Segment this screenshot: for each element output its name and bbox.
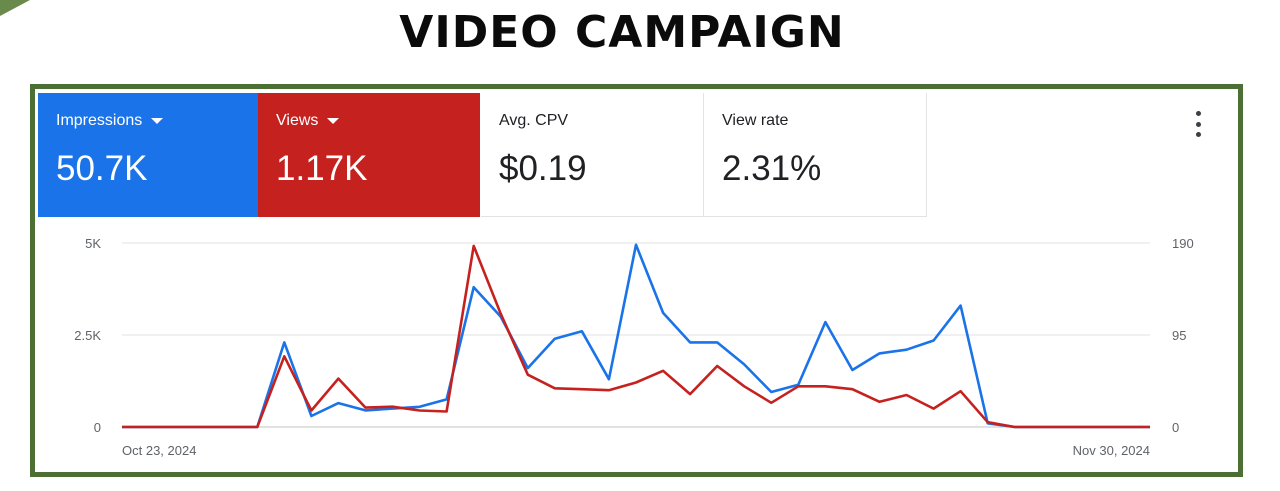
- gridlines: [122, 242, 1150, 428]
- right-tick-label: 190: [1172, 236, 1194, 251]
- left-tick-label: 2.5K: [74, 328, 101, 343]
- left-axis: 0 2.5K 5K: [74, 236, 101, 435]
- page-title: VIDEO CAMPAIGN: [399, 7, 845, 58]
- views-series-line: [122, 244, 1150, 429]
- right-axis: 0 95 190: [1172, 236, 1194, 435]
- right-tick-label: 95: [1172, 328, 1186, 343]
- left-tick-label: 5K: [85, 236, 101, 251]
- series-lines: [122, 243, 1150, 429]
- right-tick-label: 0: [1172, 420, 1179, 435]
- campaign-panel: Impressions 50.7K Views 1.17K Avg. CPV $…: [30, 84, 1243, 477]
- left-tick-label: 0: [94, 420, 101, 435]
- impressions-series-line: [122, 243, 1150, 429]
- performance-line-chart: 0 2.5K 5K 0 95 190 Oct 23, 2024 Nov 30, 2024: [74, 236, 1194, 458]
- x-axis-start-label: Oct 23, 2024: [122, 443, 196, 458]
- x-axis-end-label: Nov 30, 2024: [1073, 443, 1150, 458]
